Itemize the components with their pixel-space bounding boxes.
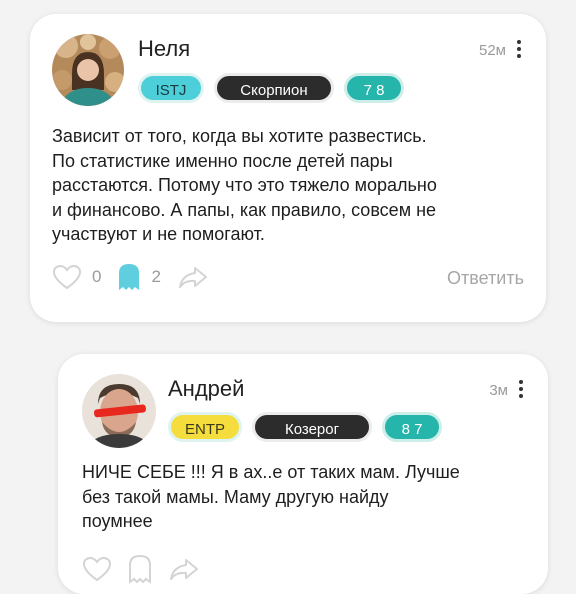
share-button[interactable] [168, 556, 200, 582]
reaction-button[interactable] [128, 554, 152, 584]
author-name[interactable]: Неля [138, 36, 190, 62]
timestamp: 3м [489, 382, 508, 399]
share-arrow-icon [178, 267, 207, 288]
avatar[interactable] [52, 34, 124, 106]
personality-type-badge[interactable]: ISTJ [138, 73, 204, 103]
reaction-count: 2 [151, 267, 161, 286]
comment-text: НИЧЕ СЕБЕ !!! Я в ах..е от таких мам. Лу… [82, 462, 460, 531]
like-count: 0 [92, 267, 102, 286]
like-button[interactable] [82, 556, 112, 582]
like-button[interactable]: 0 [52, 264, 101, 290]
heart-icon [52, 264, 82, 290]
comment-card: Неля 52м ISTJ Скорпион 7 8 Зависит от то… [30, 14, 546, 322]
personality-type-badge[interactable]: ENTP [168, 412, 243, 442]
comment-actions: 0 2 [52, 262, 225, 292]
ghost-icon [119, 264, 140, 290]
comment-card: Андрей 3м ENTP Козерог 8 7 НИЧЕ СЕБЕ !!!… [58, 354, 548, 594]
comment-actions [82, 554, 216, 584]
more-vertical-icon[interactable] [518, 380, 524, 400]
numbers-badge-label: 8 7 [401, 421, 423, 438]
comment-text: Зависит от того, когда вы хотите развест… [52, 126, 437, 244]
ghost-icon [129, 554, 151, 584]
timestamp: 52м [479, 42, 506, 59]
reaction-button[interactable]: 2 [117, 262, 161, 292]
author-name[interactable]: Андрей [168, 376, 244, 402]
reply-button[interactable]: Ответить [447, 268, 524, 289]
badge-row: ENTP Козерог 8 7 [168, 412, 443, 442]
zodiac-badge[interactable]: Скорпион [214, 73, 334, 103]
numbers-badge[interactable]: 8 7 [382, 412, 443, 442]
share-button[interactable] [177, 264, 209, 290]
share-arrow-icon [170, 559, 198, 580]
avatar[interactable] [82, 374, 156, 448]
badge-row: ISTJ Скорпион 7 8 [138, 73, 404, 103]
numbers-badge[interactable]: 7 8 [344, 73, 404, 103]
numbers-badge-label: 7 8 [363, 82, 385, 99]
more-vertical-icon[interactable] [516, 40, 522, 60]
zodiac-badge[interactable]: Козерог [252, 412, 373, 442]
heart-icon [82, 556, 112, 582]
